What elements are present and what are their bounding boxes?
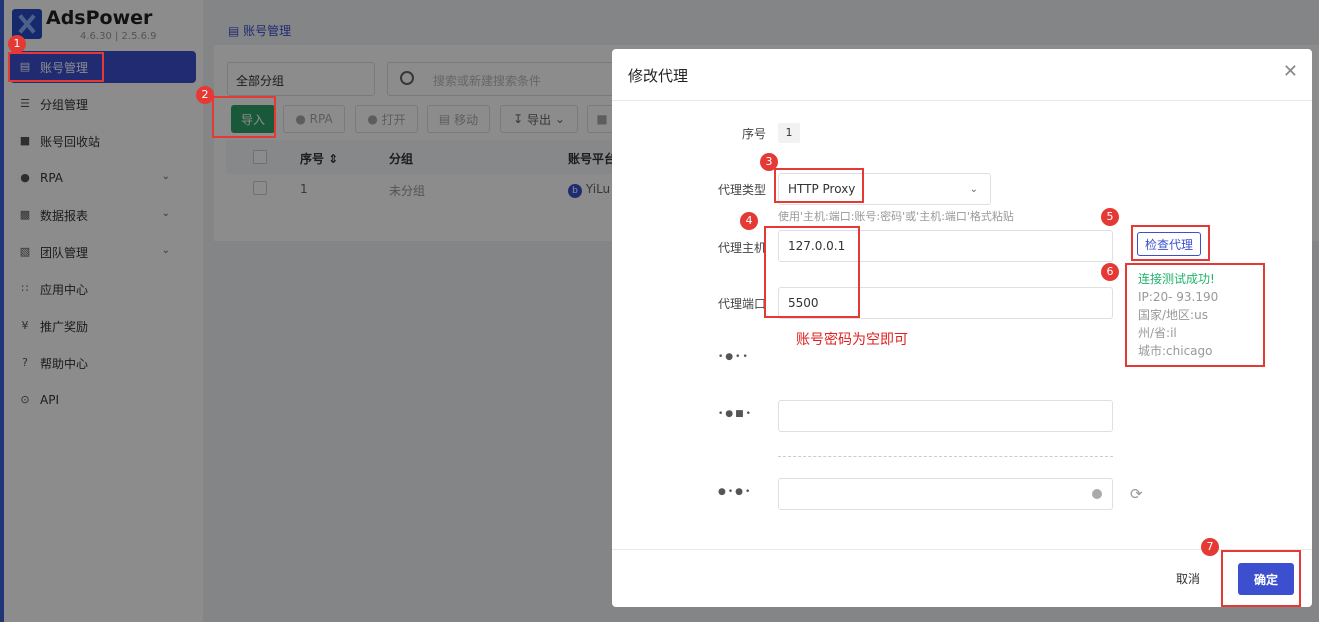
annotation-number: 4 <box>740 212 758 230</box>
annotation-number: 7 <box>1201 538 1219 556</box>
annotation-box-4 <box>764 226 860 318</box>
divider <box>612 100 1312 101</box>
annotation-note: 账号密码为空即可 <box>796 332 908 348</box>
proxy-type-label: 代理类型 <box>717 183 766 197</box>
annotation-box-3 <box>774 168 864 203</box>
cancel-button[interactable]: 取消 <box>1176 570 1200 587</box>
blurred-label: •●•• <box>718 352 750 362</box>
annotation-number: 1 <box>8 35 26 53</box>
annotation-number: 6 <box>1101 263 1119 281</box>
annotation-box-5 <box>1131 225 1210 261</box>
blurred-label: ●•●• <box>718 487 753 497</box>
close-icon[interactable]: ✕ <box>1283 63 1298 81</box>
annotation-number: 2 <box>196 86 214 104</box>
proxy-host-label: 代理主机 <box>717 241 766 255</box>
dashed-divider <box>778 456 1113 457</box>
refresh-url-input[interactable] <box>778 478 1113 510</box>
info-icon <box>1092 489 1102 499</box>
annotation-number: 5 <box>1101 208 1119 226</box>
annotation-box-2 <box>212 96 276 138</box>
refresh-icon[interactable]: ⟳ <box>1130 485 1143 503</box>
annotation-number: 3 <box>760 153 778 171</box>
proxy-password-input[interactable] <box>778 400 1113 432</box>
seq-value: 1 <box>778 123 800 143</box>
dialog-title: 修改代理 <box>628 67 689 85</box>
chevron-down-icon: ⌄ <box>969 184 978 195</box>
blurred-label: •●■• <box>718 409 753 419</box>
annotation-box-1 <box>8 52 104 82</box>
proxy-port-label: 代理端口 <box>717 297 766 311</box>
annotation-box-6 <box>1125 263 1265 367</box>
paste-hint: 使用'主机:端口:账号:密码'或'主机:端口'格式粘贴 <box>778 210 1014 223</box>
seq-label: 序号 <box>741 127 766 141</box>
annotation-box-7 <box>1221 550 1301 607</box>
